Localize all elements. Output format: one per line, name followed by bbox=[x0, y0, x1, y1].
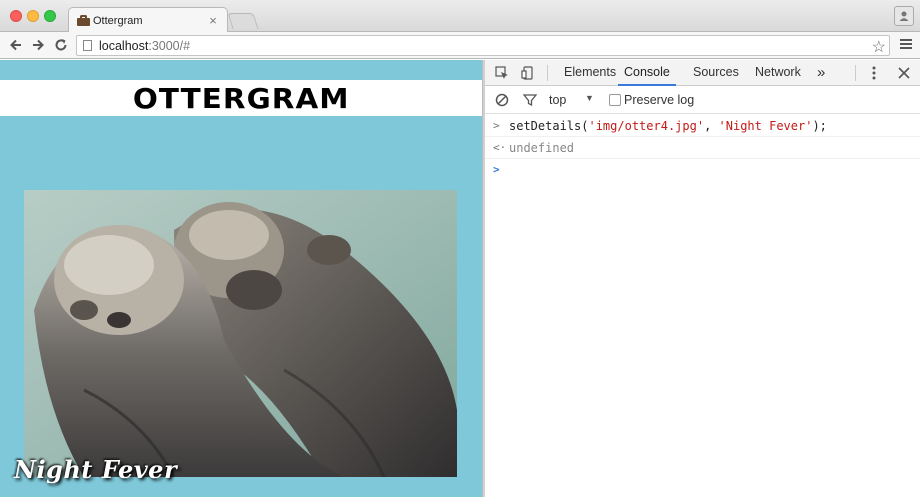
console-code-fn: setDetails( bbox=[509, 119, 589, 133]
url-host: localhost bbox=[99, 38, 149, 53]
chevron-down-icon[interactable]: ▼ bbox=[585, 93, 594, 103]
tab-network[interactable]: Network bbox=[755, 60, 801, 86]
close-window-button[interactable] bbox=[10, 10, 22, 22]
profile-button[interactable] bbox=[894, 6, 914, 26]
preserve-log-checkbox[interactable] bbox=[609, 94, 621, 106]
person-icon bbox=[899, 11, 909, 21]
chevron-right-icon: > bbox=[493, 119, 500, 132]
detail-title: Night Fever bbox=[14, 455, 178, 484]
arrow-left-icon bbox=[10, 39, 21, 51]
tab-elements[interactable]: Elements bbox=[564, 60, 616, 86]
url-path: :3000/# bbox=[148, 38, 191, 53]
inspect-element-icon[interactable] bbox=[493, 64, 511, 82]
forward-button[interactable] bbox=[28, 35, 48, 55]
context-selector[interactable]: top bbox=[549, 93, 566, 107]
reload-button[interactable] bbox=[51, 35, 71, 55]
close-devtools-icon[interactable] bbox=[895, 64, 913, 82]
otter-favicon-icon bbox=[77, 15, 90, 26]
bookmark-star-icon[interactable]: ☆ bbox=[872, 37, 886, 57]
site-logo: OTTERGRAM bbox=[132, 81, 350, 115]
tab-console[interactable]: Console bbox=[618, 60, 676, 86]
console-result: undefined bbox=[509, 141, 575, 155]
filter-icon[interactable] bbox=[521, 91, 539, 109]
more-tabs-button[interactable]: » bbox=[817, 60, 825, 86]
browser-toolbar: localhost:3000/# ☆ bbox=[0, 32, 920, 59]
console-filter-bar: top ▼ Preserve log bbox=[485, 86, 920, 114]
console-input-line: > setDetails('img/otter4.jpg', 'Night Fe… bbox=[485, 115, 920, 137]
tab-separator bbox=[547, 65, 548, 81]
return-arrow-icon: <· bbox=[493, 141, 507, 154]
tab-close-icon[interactable]: × bbox=[207, 13, 219, 28]
title-bar: Ottergram × bbox=[0, 0, 920, 33]
otters-photo bbox=[24, 190, 457, 477]
reload-icon bbox=[55, 39, 67, 51]
device-toolbar-icon[interactable] bbox=[519, 64, 537, 82]
console-prompt[interactable]: > bbox=[485, 159, 920, 181]
console-code-arg1: 'img/otter4.jpg' bbox=[588, 119, 705, 133]
devtools-panel: Elements Console Sources Network » top ▼… bbox=[485, 60, 920, 497]
console-code-sep: , bbox=[704, 119, 719, 133]
page-icon bbox=[83, 40, 92, 51]
console-code-end: ); bbox=[812, 119, 827, 133]
browser-menu-button[interactable] bbox=[900, 37, 914, 53]
page-header: OTTERGRAM bbox=[0, 80, 482, 116]
console-code-arg2: 'Night Fever' bbox=[718, 119, 813, 133]
console-output: > setDetails('img/otter4.jpg', 'Night Fe… bbox=[485, 115, 920, 181]
tab-separator bbox=[855, 65, 856, 81]
minimize-window-button[interactable] bbox=[27, 10, 39, 22]
new-tab-button[interactable] bbox=[227, 13, 259, 29]
tab-title: Ottergram bbox=[93, 14, 143, 27]
prompt-chevron-icon: > bbox=[493, 163, 500, 176]
detail-image bbox=[24, 190, 457, 477]
clear-console-icon[interactable] bbox=[493, 91, 511, 109]
arrow-right-icon bbox=[33, 39, 44, 51]
console-result-line: <· undefined bbox=[485, 137, 920, 159]
back-button[interactable] bbox=[6, 35, 26, 55]
tab-sources[interactable]: Sources bbox=[693, 60, 739, 86]
browser-tab[interactable]: Ottergram × bbox=[68, 7, 228, 33]
page-viewport: OTTERGRAM Night Fever bbox=[0, 60, 482, 497]
kebab-menu-icon[interactable] bbox=[865, 64, 883, 82]
maximize-window-button[interactable] bbox=[44, 10, 56, 22]
address-bar[interactable]: localhost:3000/# ☆ bbox=[76, 35, 890, 56]
preserve-log-label: Preserve log bbox=[624, 93, 695, 107]
devtools-tabbar: Elements Console Sources Network » bbox=[485, 60, 920, 86]
